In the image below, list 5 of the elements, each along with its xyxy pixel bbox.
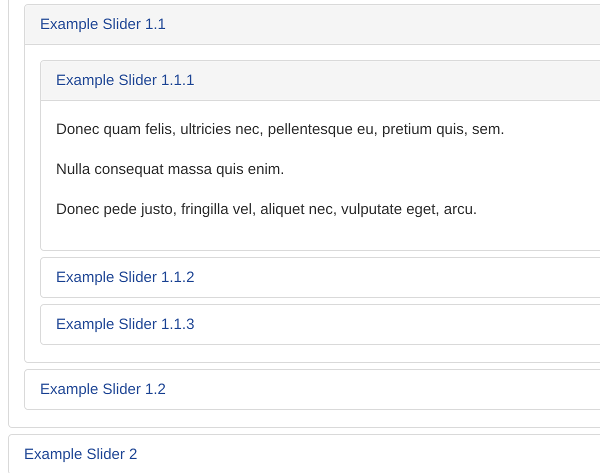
paragraph: Nulla consequat massa quis enim. <box>56 160 286 180</box>
paragraph: Donec quam felis, ultricies nec, pellentesque eu, pretium quis, sem. <box>56 120 506 140</box>
slider-header[interactable]: Example Slider 1.1 <box>25 5 600 45</box>
slider-header[interactable]: Example Slider 1.1.1 <box>41 61 600 101</box>
paragraph: Donec pede justo, fringilla vel, aliquet nec, vulputate eget, arcu. <box>56 200 478 220</box>
